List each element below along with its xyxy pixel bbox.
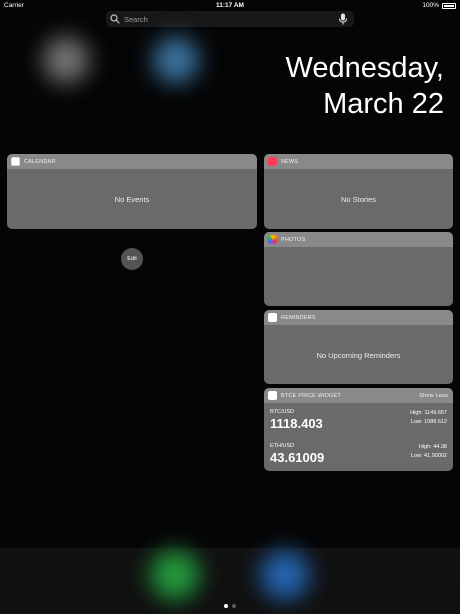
photos-widget[interactable]: PHOTOS xyxy=(264,232,453,306)
page-dot-current xyxy=(224,604,228,608)
reminders-widget[interactable]: REMINDERS No Upcoming Reminders xyxy=(264,310,453,384)
reminders-empty-message: No Upcoming Reminders xyxy=(316,351,401,360)
background-blur xyxy=(38,32,94,88)
news-widget-title: NEWS xyxy=(281,158,299,165)
news-widget[interactable]: NEWS No Stories xyxy=(264,154,453,229)
btce-widget-title: BTCE PRICE WIDGET xyxy=(281,392,341,399)
price-row: ETH/USD 43.61009 High: 44.38 Low: 41.900… xyxy=(270,443,447,465)
photos-widget-header[interactable]: PHOTOS xyxy=(264,232,453,247)
calendar-widget[interactable]: CALENDAR No Events xyxy=(7,154,257,229)
microphone-icon[interactable] xyxy=(338,13,348,25)
low-value: Low: 41.90002 xyxy=(410,453,447,459)
edit-button[interactable]: Edit xyxy=(121,248,143,270)
battery-indicator: 100% xyxy=(422,2,456,9)
page-dot xyxy=(232,604,236,608)
high-value: High: 1149.657 xyxy=(410,410,447,416)
dock-app-blur xyxy=(255,545,315,605)
search-bar[interactable] xyxy=(106,11,354,27)
btce-price-widget[interactable]: BTCE PRICE WIDGET Show Less BTC/USD 1118… xyxy=(264,388,453,471)
search-icon xyxy=(110,14,120,24)
high-low: High: 44.38 Low: 41.90002 xyxy=(411,443,447,461)
show-less-button[interactable]: Show Less xyxy=(419,393,448,399)
low-value: Low: 1088.612 xyxy=(410,419,447,425)
calendar-icon xyxy=(11,157,20,166)
reminders-icon xyxy=(268,313,277,322)
reminders-widget-title: REMINDERS xyxy=(281,314,316,321)
photos-widget-title: PHOTOS xyxy=(281,236,306,243)
month-day-label: March 22 xyxy=(323,88,444,120)
search-input[interactable] xyxy=(120,14,338,24)
news-icon xyxy=(268,157,277,166)
reminders-widget-header[interactable]: REMINDERS xyxy=(264,310,453,325)
calendar-widget-title: CALENDAR xyxy=(24,158,56,165)
page-indicator[interactable] xyxy=(0,604,460,608)
clock: 11:17 AM xyxy=(216,2,244,9)
price-row: BTC/USD 1118.403 High: 1149.657 Low: 108… xyxy=(270,409,447,431)
news-empty-message: No Stories xyxy=(340,195,376,204)
dock-app-blur xyxy=(145,545,205,605)
btce-widget-header: BTCE PRICE WIDGET Show Less xyxy=(264,388,453,403)
background-blur xyxy=(148,32,204,88)
photos-icon xyxy=(268,235,277,244)
calendar-empty-message: No Events xyxy=(114,195,150,204)
status-bar: Carrier 11:17 AM 100% xyxy=(0,0,460,11)
high-value: High: 44.38 xyxy=(418,444,447,450)
calendar-widget-header[interactable]: CALENDAR xyxy=(7,154,257,169)
news-widget-header[interactable]: NEWS xyxy=(264,154,453,169)
today-view: Carrier 11:17 AM 100% Wednesday, March 2… xyxy=(0,0,460,614)
high-low: High: 1149.657 Low: 1088.612 xyxy=(410,409,447,427)
battery-icon xyxy=(442,2,456,9)
weekday-label: Wednesday, xyxy=(285,52,444,84)
battery-percent: 100% xyxy=(422,2,439,9)
btce-icon xyxy=(268,391,277,400)
date-display: Wednesday, March 22 xyxy=(285,50,444,122)
